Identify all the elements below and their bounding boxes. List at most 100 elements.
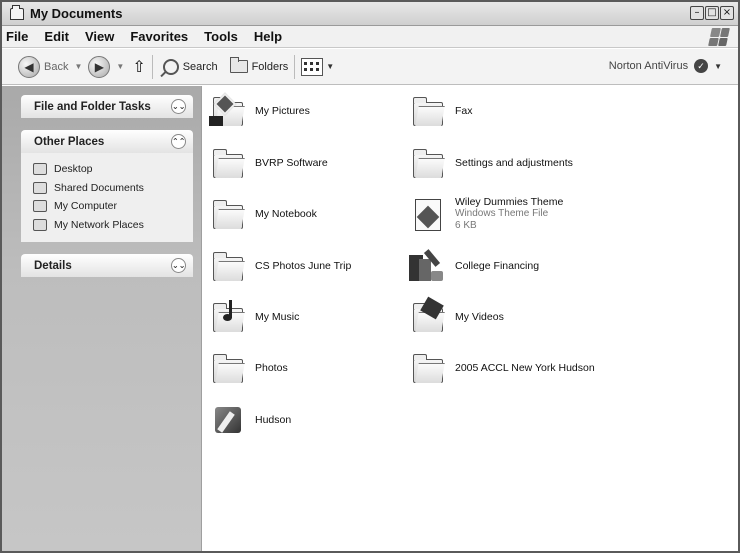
folder-icon [209, 351, 243, 385]
file-item-bvrp-software[interactable]: BVRP Software [209, 143, 328, 183]
file-size: 6 KB [455, 220, 477, 231]
up-folder-button[interactable]: ⇧ [132, 57, 145, 77]
norton-dropdown-icon[interactable]: ▼ [714, 62, 722, 71]
file-item-my-notebook[interactable]: My Notebook [209, 194, 317, 234]
file-item-my-videos[interactable]: My Videos [409, 296, 504, 337]
file-item-cs-photos-june-trip[interactable]: CS Photos June Trip [209, 246, 351, 286]
place-shared-documents[interactable]: Shared Documents [33, 179, 193, 198]
minimize-button[interactable]: – [690, 6, 704, 20]
other-places-list: Desktop Shared Documents My Computer My … [21, 153, 193, 242]
forward-dropdown-icon[interactable]: ▼ [116, 62, 124, 71]
window-title: My Documents [30, 6, 123, 21]
toolbar: ◀ Back ▼ ▶ ▼ ⇧ Search Folders ▼ Norton A… [2, 49, 738, 85]
menu-edit[interactable]: Edit [36, 29, 77, 44]
place-my-network-places[interactable]: My Network Places [33, 216, 193, 235]
place-my-computer[interactable]: My Computer [33, 197, 193, 216]
menu-help[interactable]: Help [246, 29, 290, 44]
expand-icon[interactable]: ⌄⌄ [171, 99, 186, 114]
file-name: Hudson [255, 414, 292, 426]
file-item-hudson[interactable]: Hudson [209, 400, 291, 440]
other-places-header[interactable]: Other Places ⌃⌃ [21, 130, 193, 153]
norton-label: Norton AntiVirus [608, 60, 689, 72]
file-name: College Financing [455, 260, 540, 272]
close-button[interactable]: × [720, 6, 734, 20]
views-button[interactable]: ▼ [301, 57, 340, 76]
folder-icon [209, 197, 243, 231]
back-arrow-icon: ◀ [18, 55, 40, 78]
file-name: My Videos [455, 311, 504, 323]
forward-arrow-icon: ▶ [88, 55, 111, 78]
search-label: Search [182, 60, 218, 73]
file-name: BVRP Software [255, 157, 328, 169]
file-name: CS Photos June Trip [255, 260, 352, 272]
window-controls: – □ × [690, 6, 734, 20]
file-item-wiley-dummies-theme[interactable]: Wiley Dummies Theme Windows Theme File 6… [409, 192, 563, 236]
back-button[interactable]: ◀ Back ▼ [18, 55, 88, 78]
theme-file-icon [409, 197, 443, 231]
panel-title: Details [34, 259, 72, 272]
desktop-icon [33, 163, 47, 176]
back-dropdown-icon[interactable]: ▼ [74, 62, 82, 71]
menu-file[interactable]: File [2, 29, 36, 44]
panel-title: File and Folder Tasks [34, 100, 151, 113]
folders-label: Folders [251, 60, 289, 73]
toolbar-separator [294, 54, 296, 79]
app-icon [209, 403, 243, 437]
collapse-icon[interactable]: ⌃⌃ [171, 134, 186, 149]
file-name: Settings and adjustments [455, 157, 573, 169]
place-label: Desktop [54, 163, 93, 176]
folder-icon [409, 94, 443, 128]
file-type: Windows Theme File [455, 208, 549, 219]
file-item-my-pictures[interactable]: My Pictures [209, 91, 310, 131]
details-header[interactable]: Details ⌄⌄ [21, 254, 193, 277]
views-icon [301, 57, 324, 76]
other-places-panel: Other Places ⌃⌃ Desktop Shared Documents… [21, 130, 193, 242]
file-item-college-financing[interactable]: College Financing [409, 246, 539, 286]
expand-icon[interactable]: ⌄⌄ [171, 258, 186, 273]
file-name: Wiley Dummies Theme [455, 196, 564, 208]
file-name: Photos [255, 362, 288, 374]
place-label: Shared Documents [54, 181, 144, 194]
file-item-settings-and-adjustments[interactable]: Settings and adjustments [409, 143, 573, 183]
menu-view[interactable]: View [77, 29, 122, 44]
folder-icon [209, 249, 243, 283]
place-desktop[interactable]: Desktop [33, 160, 193, 179]
menu-favorites[interactable]: Favorites [122, 29, 196, 44]
panel-title: Other Places [34, 135, 105, 148]
shortcut-icon [409, 249, 443, 283]
file-folder-tasks-panel: File and Folder Tasks ⌄⌄ [21, 95, 193, 118]
title-bar[interactable]: My Documents – □ × [2, 2, 738, 26]
up-folder-icon: ⇧ [132, 58, 146, 76]
windows-logo-icon [708, 28, 730, 46]
file-text: Wiley Dummies Theme Windows Theme File 6… [455, 196, 563, 232]
folder-icon [10, 4, 24, 20]
file-item-fax[interactable]: Fax [409, 91, 473, 131]
norton-antivirus-button[interactable]: Norton AntiVirus ✓ ▼ [609, 59, 728, 73]
task-pane: File and Folder Tasks ⌄⌄ Other Places ⌃⌃… [2, 86, 202, 551]
network-icon [33, 218, 47, 231]
menu-tools[interactable]: Tools [196, 29, 246, 44]
folder-icon [409, 146, 443, 180]
computer-icon [33, 200, 47, 213]
folder-icon [209, 146, 243, 180]
file-name: Fax [455, 105, 473, 117]
place-label: My Network Places [54, 218, 144, 231]
forward-button[interactable]: ▶ ▼ [88, 55, 130, 78]
file-name: My Notebook [255, 208, 317, 220]
file-folder-tasks-header[interactable]: File and Folder Tasks ⌄⌄ [21, 95, 193, 118]
place-label: My Computer [54, 200, 118, 213]
file-item-photos[interactable]: Photos [209, 348, 288, 388]
file-item-2005-accl-new-york-hudson[interactable]: 2005 ACCL New York Hudson [409, 348, 595, 388]
back-label: Back [44, 60, 69, 73]
my-pictures-icon [209, 92, 243, 128]
file-name: 2005 ACCL New York Hudson [455, 362, 595, 374]
search-button[interactable]: Search [159, 58, 218, 75]
my-videos-icon [409, 296, 444, 334]
shared-folder-icon [33, 181, 47, 194]
folders-button[interactable]: Folders [229, 57, 289, 73]
maximize-button[interactable]: □ [705, 6, 719, 20]
file-name: My Music [255, 311, 300, 323]
my-music-icon [209, 300, 243, 334]
file-item-my-music[interactable]: My Music [209, 297, 299, 337]
search-icon [162, 58, 179, 75]
